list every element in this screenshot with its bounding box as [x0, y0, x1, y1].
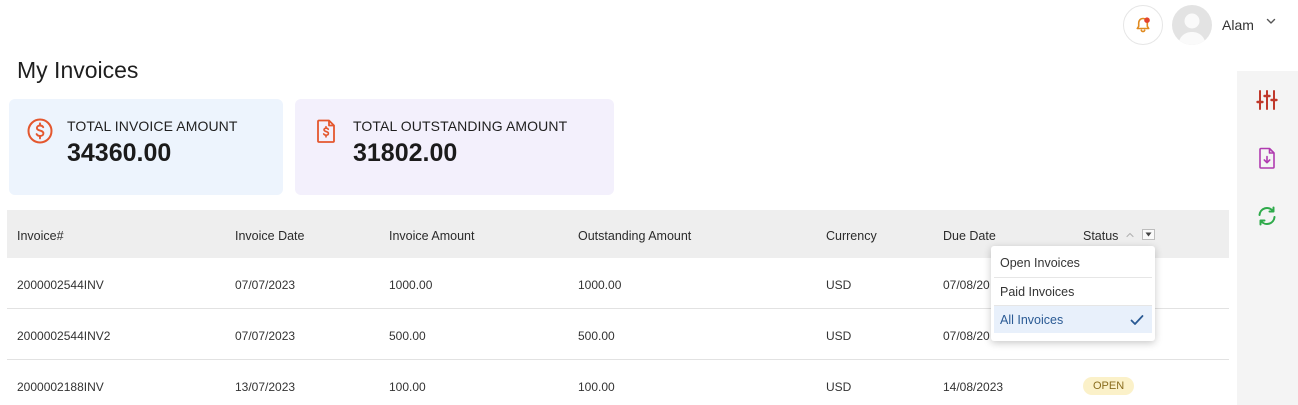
cell-due-date: 07/08/20 — [943, 278, 990, 292]
filter-option-paid[interactable]: Paid Invoices — [994, 277, 1152, 305]
cell-invoice-number: 2000002188INV — [17, 380, 104, 394]
checkmark-icon — [1130, 315, 1144, 325]
avatar[interactable] — [1172, 5, 1212, 45]
status-badge: OPEN — [1083, 377, 1135, 395]
total-outstanding-label: TOTAL OUTSTANDING AMOUNT — [353, 118, 568, 134]
total-invoice-card: TOTAL INVOICE AMOUNT 34360.00 — [9, 99, 283, 195]
download-file-icon[interactable] — [1255, 146, 1279, 170]
right-action-rail — [1237, 71, 1298, 405]
cell-invoice-number: 2000002544INV2 — [17, 329, 111, 343]
total-invoice-label: TOTAL INVOICE AMOUNT — [67, 118, 238, 134]
user-icon — [1178, 13, 1206, 45]
cell-outstanding-amount: 1000.00 — [578, 278, 622, 292]
filter-option-all[interactable]: All Invoices — [994, 305, 1152, 333]
dollar-circle-icon — [27, 118, 53, 144]
sliders-icon[interactable] — [1255, 88, 1279, 112]
user-name[interactable]: Alam — [1222, 17, 1254, 33]
column-outstanding-amount[interactable]: Outstanding Amount — [578, 229, 691, 243]
cell-outstanding-amount: 100.00 — [578, 380, 615, 394]
cell-outstanding-amount: 500.00 — [578, 329, 615, 343]
sort-asc-icon[interactable] — [1125, 230, 1135, 240]
notifications-button[interactable] — [1123, 5, 1163, 45]
cell-invoice-amount: 1000.00 — [389, 278, 433, 292]
cell-invoice-amount: 100.00 — [389, 380, 426, 394]
filter-option-label: Paid Invoices — [1000, 285, 1075, 299]
filter-option-label: All Invoices — [1000, 313, 1064, 327]
cell-due-date: 14/08/2023 — [943, 380, 1004, 394]
invoice-dollar-icon — [317, 119, 335, 143]
column-due-date[interactable]: Due Date — [943, 229, 996, 243]
top-bar: Alam — [0, 0, 1298, 52]
cell-invoice-date: 07/07/2023 — [235, 329, 296, 343]
status-filter-dropdown: Open Invoices Paid Invoices All Invoices — [991, 246, 1155, 341]
total-outstanding-value: 31802.00 — [353, 139, 458, 167]
table-row[interactable]: 2000002188INV 13/07/2023 100.00 100.00 U… — [7, 360, 1229, 405]
total-outstanding-card: TOTAL OUTSTANDING AMOUNT 31802.00 — [295, 99, 614, 195]
caret-down-icon — [1145, 232, 1152, 237]
filter-option-open[interactable]: Open Invoices — [994, 249, 1152, 277]
column-invoice-amount[interactable]: Invoice Amount — [389, 229, 474, 243]
status-filter-button[interactable] — [1142, 229, 1155, 240]
cell-invoice-amount: 500.00 — [389, 329, 426, 343]
column-invoice-number[interactable]: Invoice# — [17, 229, 64, 243]
cell-due-date: 07/08/20 — [943, 329, 990, 343]
cell-invoice-date: 13/07/2023 — [235, 380, 296, 394]
total-invoice-value: 34360.00 — [67, 139, 172, 167]
cell-invoice-number: 2000002544INV — [17, 278, 104, 292]
cell-currency: USD — [826, 329, 852, 343]
filter-option-label: Open Invoices — [1000, 256, 1080, 270]
bell-icon — [1136, 17, 1150, 33]
page-title: My Invoices — [17, 57, 139, 83]
cell-invoice-date: 07/07/2023 — [235, 278, 296, 292]
refresh-icon[interactable] — [1255, 204, 1279, 228]
cell-currency: USD — [826, 380, 852, 394]
column-invoice-date[interactable]: Invoice Date — [235, 229, 304, 243]
chevron-down-icon[interactable] — [1264, 14, 1278, 28]
column-status[interactable]: Status — [1083, 229, 1118, 243]
column-currency[interactable]: Currency — [826, 229, 877, 243]
cell-currency: USD — [826, 278, 852, 292]
